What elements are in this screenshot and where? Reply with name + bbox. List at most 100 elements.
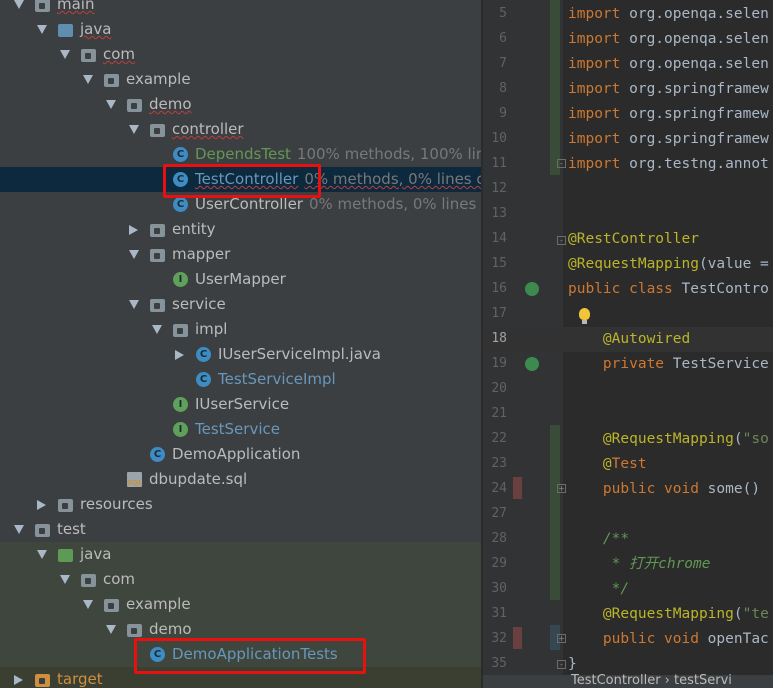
code-line[interactable]: 14 @RestController — [483, 227, 773, 252]
code-line[interactable]: 5 import org.openqa.selen — [483, 2, 773, 27]
expand-arrow-right-icon[interactable] — [14, 675, 23, 685]
tree-item[interactable]: com — [0, 567, 481, 592]
expand-arrow-down-icon[interactable] — [60, 575, 70, 584]
code-line[interactable]: 8 import org.springframew — [483, 77, 773, 102]
code-line[interactable]: 11 import org.testng.annot — [483, 152, 773, 177]
line-number: 28 — [491, 531, 507, 546]
expand-arrow-down-icon[interactable] — [14, 525, 24, 534]
fold-toggle-icon[interactable]: - — [557, 236, 566, 245]
tree-item[interactable]: example — [0, 67, 481, 92]
expand-arrow-down-icon[interactable] — [152, 325, 162, 334]
package-icon — [173, 324, 188, 337]
code-line[interactable]: 30 */ — [483, 577, 773, 602]
tree-item[interactable]: mapper — [0, 242, 481, 267]
tree-item-label: com — [103, 45, 136, 63]
tree-item[interactable]: C IUserServiceImpl.java — [0, 342, 481, 367]
code-line[interactable]: 9 import org.springframew — [483, 102, 773, 127]
fold-toggle-icon[interactable]: + — [557, 484, 566, 493]
code-editor[interactable]: 5 import org.openqa.selen 6 import org.open… — [483, 0, 773, 688]
code-line[interactable]: 18 @Autowired — [483, 327, 773, 352]
code-line[interactable]: 27 — [483, 502, 773, 527]
code-text: import org.springframew — [568, 81, 769, 97]
code-line[interactable]: 7 import org.openqa.selen — [483, 52, 773, 77]
expand-arrow-down-icon[interactable] — [129, 300, 139, 309]
expand-arrow-down-icon[interactable] — [60, 50, 70, 59]
code-text: @Test — [602, 456, 647, 472]
folder-icon — [35, 0, 50, 12]
autowired-navigate-gutter-icon[interactable] — [525, 357, 539, 371]
fold-toggle-icon[interactable]: - — [557, 660, 566, 669]
line-number: 16 — [491, 281, 507, 296]
code-line[interactable]: 28 /** — [483, 527, 773, 552]
code-line[interactable]: 21 — [483, 402, 773, 427]
tree-item[interactable]: SQL dbupdate.sql — [0, 467, 481, 492]
code-line[interactable]: 31 @RequestMapping("te — [483, 602, 773, 627]
tree-item[interactable]: C TestServiceImpl — [0, 367, 481, 392]
tree-item[interactable]: I TestService — [0, 417, 481, 442]
code-line[interactable]: 32 public void openTac — [483, 627, 773, 652]
sql-file-icon: SQL — [127, 472, 142, 487]
editor-breadcrumb[interactable]: TestController › testServi — [483, 673, 773, 688]
tree-item[interactable]: I IUserService — [0, 392, 481, 417]
code-line[interactable]: 29 * 打开chrome — [483, 552, 773, 577]
tree-item[interactable]: resources — [0, 492, 481, 517]
expand-arrow-down-icon[interactable] — [37, 25, 47, 34]
tree-item[interactable]: test — [0, 517, 481, 542]
tree-item-label: controller — [172, 120, 244, 138]
expand-arrow-down-icon[interactable] — [37, 550, 47, 559]
lightbulb-icon[interactable] — [579, 308, 590, 324]
tree-item[interactable]: impl — [0, 317, 481, 342]
expand-arrow-right-icon[interactable] — [175, 350, 184, 360]
tree-item[interactable]: java — [0, 17, 481, 42]
tree-item-label: entity — [172, 220, 216, 238]
package-icon — [81, 574, 96, 587]
line-number: 24 — [491, 481, 507, 496]
expand-arrow-down-icon[interactable] — [83, 600, 93, 609]
code-text: import org.springframew — [568, 131, 769, 147]
fold-toggle-icon[interactable]: + — [557, 634, 566, 643]
tree-item[interactable]: main — [0, 0, 481, 17]
tree-item[interactable]: service — [0, 292, 481, 317]
code-line[interactable]: 22 @RequestMapping("so — [483, 427, 773, 452]
expand-arrow-right-icon[interactable] — [129, 225, 138, 235]
code-line[interactable]: 12 — [483, 177, 773, 202]
tree-item-label: DependsTest100% methods, 100% lines — [195, 144, 481, 164]
tree-item[interactable]: controller — [0, 117, 481, 142]
expand-arrow-down-icon[interactable] — [83, 75, 93, 84]
code-line[interactable]: 6 import org.openqa.selen — [483, 27, 773, 52]
tree-item-label: IUserServiceImpl.java — [218, 345, 381, 363]
code-line[interactable]: 15 @RequestMapping(value = — [483, 252, 773, 277]
package-icon — [104, 599, 119, 612]
expand-arrow-down-icon[interactable] — [106, 100, 116, 109]
class-icon: C — [173, 147, 188, 162]
expand-arrow-right-icon[interactable] — [37, 500, 46, 510]
tree-item-label: impl — [195, 320, 228, 338]
expand-arrow-down-icon[interactable] — [106, 625, 116, 634]
tree-item[interactable]: java — [0, 542, 481, 567]
line-number: 20 — [491, 381, 507, 396]
code-line[interactable]: 23 @Test — [483, 452, 773, 477]
code-text: * 打开chrome — [602, 556, 711, 572]
tree-item[interactable]: C DemoApplication — [0, 442, 481, 467]
tree-item-label: main — [57, 0, 95, 13]
expand-arrow-down-icon[interactable] — [129, 250, 139, 259]
fold-toggle-icon[interactable]: - — [557, 159, 566, 168]
tree-item[interactable]: demo — [0, 92, 481, 117]
expand-arrow-down-icon[interactable] — [14, 0, 24, 9]
code-line[interactable]: 17 — [483, 302, 773, 327]
spring-bean-gutter-icon[interactable] — [525, 282, 539, 296]
code-line[interactable]: 10 import org.springframew — [483, 127, 773, 152]
expand-arrow-down-icon[interactable] — [129, 125, 139, 134]
code-text: */ — [602, 581, 630, 597]
tree-item[interactable]: com — [0, 42, 481, 67]
tree-item[interactable]: entity — [0, 217, 481, 242]
code-line[interactable]: 20 — [483, 377, 773, 402]
line-number: 5 — [499, 6, 507, 21]
tree-item[interactable]: example — [0, 592, 481, 617]
tree-item[interactable]: I UserMapper — [0, 267, 481, 292]
code-line[interactable]: 13 — [483, 202, 773, 227]
class-icon: C — [196, 372, 211, 387]
line-number: 32 — [491, 631, 507, 646]
tree-item-label: target — [57, 670, 103, 688]
code-line[interactable]: 24 public void some() — [483, 477, 773, 502]
